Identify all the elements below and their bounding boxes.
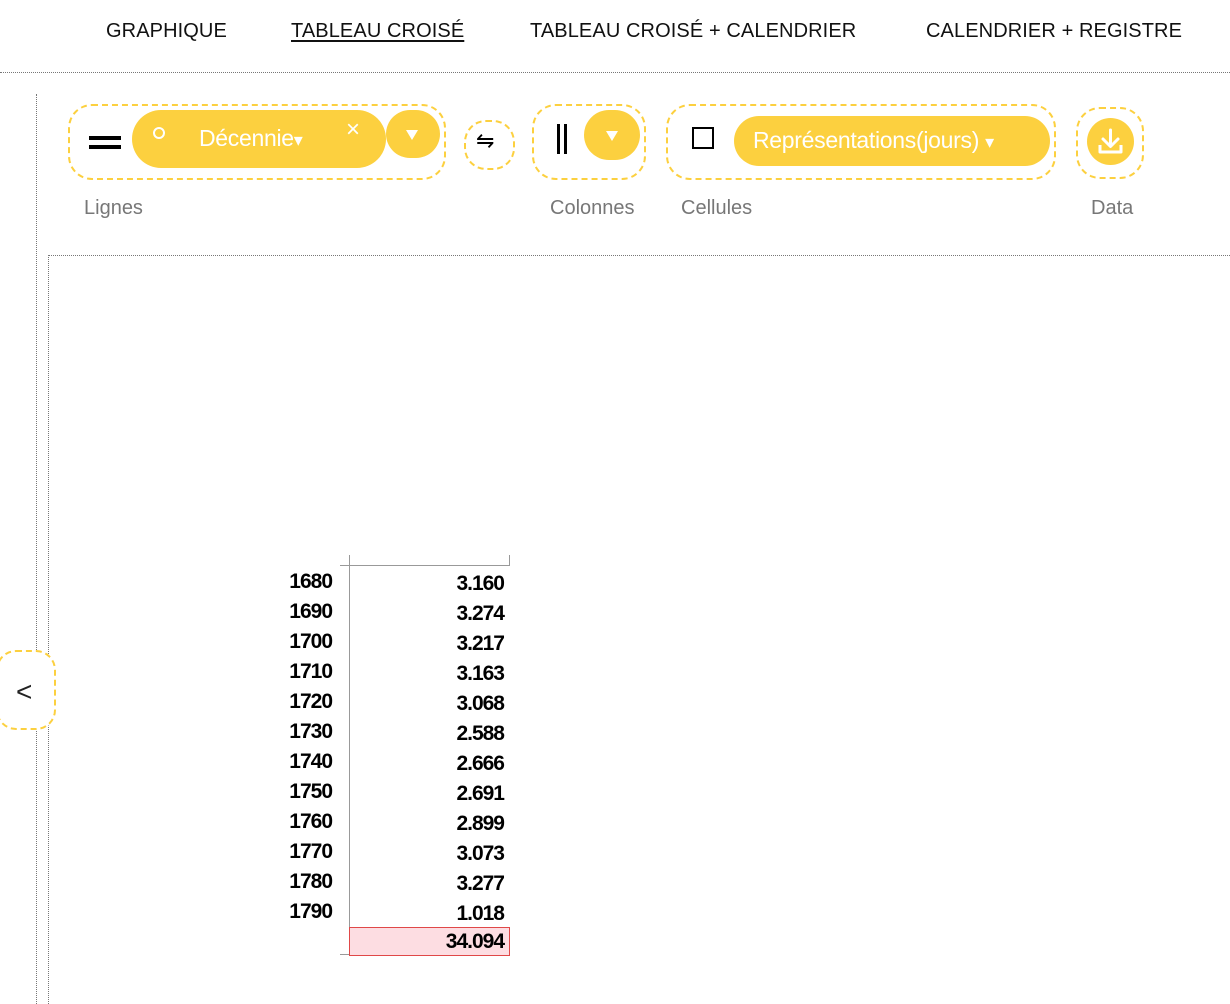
pivot-row-key: 1760 bbox=[289, 810, 333, 833]
add-row-field-button[interactable] bbox=[386, 110, 440, 158]
dropdown-arrow-icon bbox=[406, 130, 418, 140]
pivot-row-key: 1750 bbox=[289, 780, 333, 803]
rows-label: Lignes bbox=[84, 197, 143, 219]
pivot-row-key: 1710 bbox=[289, 660, 333, 683]
pivot-row-value[interactable]: 3.160 bbox=[350, 569, 505, 599]
cells-icon bbox=[692, 127, 714, 149]
pivot-grand-total-cell[interactable]: 34.094 bbox=[349, 927, 510, 956]
rows-icon bbox=[89, 136, 121, 150]
sidebar-toggle-button[interactable]: < bbox=[0, 650, 56, 730]
pivot-row-key: 1690 bbox=[289, 600, 333, 623]
cells-label: Cellules bbox=[681, 197, 753, 219]
pivot-row-key: 1720 bbox=[289, 690, 333, 713]
remove-row-field-icon[interactable]: × bbox=[346, 116, 360, 144]
pivot-right-tick bbox=[509, 555, 510, 565]
pivot-row-key: 1700 bbox=[289, 630, 333, 653]
cell-field-name: Représentations(jours) bbox=[753, 127, 980, 153]
pivot-row-value[interactable]: 3.274 bbox=[350, 599, 505, 629]
content-left-border bbox=[48, 255, 49, 1004]
tab-graphique[interactable]: GRAPHIQUE bbox=[106, 20, 227, 43]
pivot-row-value[interactable]: 3.163 bbox=[350, 659, 505, 689]
download-button[interactable] bbox=[1087, 118, 1134, 165]
add-column-field-button[interactable] bbox=[584, 110, 640, 160]
pivot-row-value[interactable]: 3.277 bbox=[350, 869, 505, 899]
cell-field-label[interactable]: Représentations(jours) ▾ bbox=[753, 127, 994, 154]
pivot-grand-total-value: 34.094 bbox=[445, 930, 505, 953]
download-icon bbox=[1098, 128, 1123, 154]
pivot-top-border bbox=[349, 565, 510, 566]
pivot-row-value[interactable]: 3.068 bbox=[350, 689, 505, 719]
pivot-row-key: 1780 bbox=[289, 870, 333, 893]
data-label: Data bbox=[1091, 197, 1134, 219]
pivot-row-value[interactable]: 3.073 bbox=[350, 839, 505, 869]
chevron-left-icon: < bbox=[16, 676, 33, 707]
content-top-border bbox=[48, 255, 1230, 256]
pivot-row-value[interactable]: 2.899 bbox=[350, 809, 505, 839]
left-divider bbox=[36, 94, 37, 1004]
tab-tableau-croise-calendrier[interactable]: TABLEAU CROISÉ + CALENDRIER bbox=[530, 20, 856, 43]
pivot-row-value[interactable]: 2.666 bbox=[350, 749, 505, 779]
pivot-left-tick bbox=[340, 565, 350, 566]
pivot-row-value[interactable]: 2.691 bbox=[350, 779, 505, 809]
pivot-row-value[interactable]: 3.217 bbox=[350, 629, 505, 659]
row-field-caret: ▾ bbox=[293, 130, 303, 150]
pivot-row-key: 1740 bbox=[289, 750, 333, 773]
row-field-label[interactable]: Décennie▾ bbox=[199, 125, 303, 152]
pivot-row-value[interactable]: 1.018 bbox=[350, 899, 505, 929]
dropdown-arrow-icon bbox=[606, 131, 618, 141]
swap-icon[interactable]: ⇋ bbox=[476, 128, 494, 154]
view-tabs: GRAPHIQUE TABLEAU CROISÉ TABLEAU CROISÉ … bbox=[0, 0, 1230, 73]
pivot-row-key: 1680 bbox=[289, 570, 333, 593]
row-field-name: Décennie bbox=[199, 125, 294, 151]
columns-label: Colonnes bbox=[550, 197, 635, 219]
sort-circle-icon[interactable] bbox=[153, 127, 165, 139]
pivot-row-key: 1790 bbox=[289, 900, 333, 923]
pivot-row-key: 1730 bbox=[289, 720, 333, 743]
pivot-row-value[interactable]: 2.588 bbox=[350, 719, 505, 749]
columns-icon bbox=[557, 124, 569, 154]
pivot-row-key: 1770 bbox=[289, 840, 333, 863]
cell-field-caret: ▾ bbox=[985, 132, 994, 152]
tab-tableau-croise[interactable]: TABLEAU CROISÉ bbox=[291, 20, 464, 43]
tab-calendrier-registre[interactable]: CALENDRIER + REGISTRE bbox=[926, 20, 1182, 43]
